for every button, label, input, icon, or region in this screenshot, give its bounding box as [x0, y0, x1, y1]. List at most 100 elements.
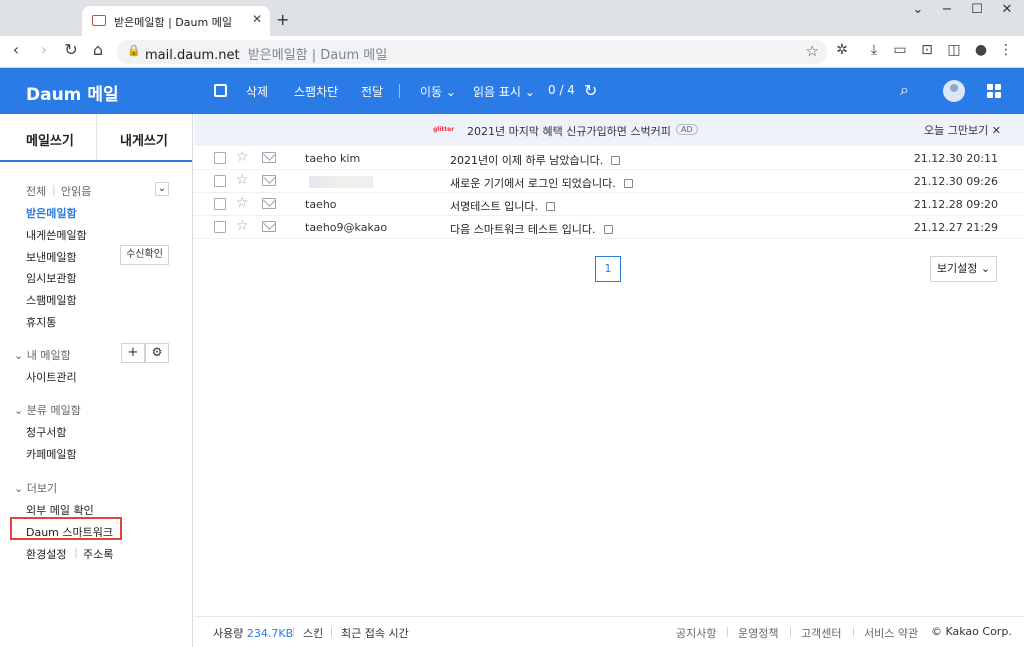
mail-subject[interactable]: 다음 스마트워크 테스트 입니다.: [450, 221, 613, 237]
envelope-icon[interactable]: [262, 221, 276, 232]
window-maximize-button[interactable]: ☐: [962, 2, 992, 17]
bookmark-star-icon[interactable]: ☆: [806, 42, 819, 60]
tab-title: 받은메일함 | Daum 메일: [114, 16, 232, 29]
tab-search-dropdown-icon[interactable]: ⌄: [903, 2, 933, 17]
close-icon[interactable]: ✕: [992, 124, 1001, 137]
window-close-button[interactable]: ✕: [992, 2, 1022, 17]
reload-icon[interactable]: ↻: [61, 40, 81, 59]
notice-link[interactable]: 공지사항: [676, 625, 716, 641]
preview-icon[interactable]: [623, 179, 633, 188]
pagination-page-1[interactable]: 1: [595, 256, 621, 282]
folder-cafe[interactable]: 카페메일함: [26, 446, 77, 462]
browser-menu-icon[interactable]: ⋮: [996, 42, 1016, 58]
write-to-me-button[interactable]: 내게쓰기: [120, 130, 168, 149]
tab-close-icon[interactable]: ✕: [252, 12, 262, 26]
mail-row[interactable]: ☆ taeho9@kakao 다음 스마트워크 테스트 입니다. 21.12.2…: [194, 216, 1024, 239]
mail-sender[interactable]: taeho kim: [305, 152, 360, 165]
download-icon[interactable]: ⤓: [864, 42, 884, 58]
my-mailbox-toggle[interactable]: ⌄ 내 메일함: [14, 347, 71, 363]
apps-grid-icon[interactable]: [987, 84, 1001, 98]
screenshot-icon[interactable]: ⊡: [917, 42, 937, 58]
mail-subject[interactable]: 2021년이 이제 하루 남았습니다.: [450, 152, 621, 168]
folder-spam[interactable]: 스팸메일함: [26, 292, 77, 308]
mail-sender[interactable]: taeho: [305, 198, 337, 211]
move-button[interactable]: 이동 ⌄: [420, 83, 456, 100]
forward-icon[interactable]: ›: [34, 40, 54, 59]
categorized-toggle[interactable]: ⌄ 분류 메일함: [14, 402, 81, 418]
mail-row[interactable]: ☆ taeho 서명테스트 입니다. 21.12.28 09:20: [194, 193, 1024, 216]
preview-icon[interactable]: [603, 225, 613, 234]
extensions-icon[interactable]: ✲: [832, 42, 852, 58]
refresh-icon[interactable]: ↻: [584, 81, 597, 100]
folder-drafts[interactable]: 임시보관함: [26, 270, 77, 286]
envelope-icon[interactable]: [262, 198, 276, 209]
compose-button[interactable]: 메일쓰기: [26, 130, 74, 149]
star-icon[interactable]: ☆: [236, 149, 249, 165]
recent-login-link[interactable]: 최근 접속 시간: [341, 625, 409, 641]
delete-button[interactable]: 삭제: [246, 83, 268, 100]
address-book-link[interactable]: 주소록: [83, 546, 113, 562]
settings-link[interactable]: 환경설정: [26, 546, 66, 562]
plus-icon[interactable]: +: [121, 343, 145, 363]
footer-divider: [790, 627, 791, 637]
mail-checkbox[interactable]: [214, 198, 226, 210]
read-confirm-button[interactable]: 수신확인: [120, 245, 169, 265]
address-bar[interactable]: 🔒 mail.daum.net 받은메일함 | Daum 메일 ☆: [117, 40, 827, 64]
cast-icon[interactable]: ▭: [890, 42, 910, 58]
ad-text[interactable]: 2021년 마지막 혜택 신규가입하면 스벅커피: [467, 123, 671, 139]
folder-to-me[interactable]: 내게쓴메일함: [26, 227, 87, 243]
policy-link[interactable]: 운영정책: [738, 625, 778, 641]
mail-checkbox[interactable]: [214, 175, 226, 187]
url-text: mail.daum.net 받은메일함 | Daum 메일: [145, 48, 388, 63]
sidepanel-icon[interactable]: ◫: [944, 42, 964, 58]
new-tab-button[interactable]: +: [276, 10, 289, 29]
filter-dropdown-icon[interactable]: ⌄: [155, 182, 169, 196]
back-icon[interactable]: ‹: [6, 40, 26, 59]
star-icon[interactable]: ☆: [236, 172, 249, 188]
ad-dismiss-today[interactable]: 오늘 그만보기 ✕: [924, 122, 1001, 138]
preview-icon[interactable]: [545, 202, 555, 211]
storage-usage[interactable]: 사용량 234.7KB: [213, 625, 293, 641]
mail-checkbox[interactable]: [214, 152, 226, 164]
mail-checkbox[interactable]: [214, 221, 226, 233]
spam-block-button[interactable]: 스팸차단: [294, 83, 338, 100]
mail-row[interactable]: ☆ taeho kim 2021년이 이제 하루 남았습니다. 21.12.30…: [194, 147, 1024, 170]
search-icon[interactable]: ⌕: [900, 80, 909, 100]
window-minimize-button[interactable]: −: [932, 2, 962, 17]
home-icon[interactable]: ⌂: [88, 40, 108, 59]
mail-date: 21.12.30 20:11: [913, 152, 998, 165]
mail-subject[interactable]: 서명테스트 입니다.: [450, 198, 555, 214]
site-manage-link[interactable]: 사이트관리: [26, 369, 77, 385]
select-all-checkbox[interactable]: [214, 84, 227, 97]
mail-sender[interactable]: taeho9@kakao: [305, 221, 387, 234]
folder-bills[interactable]: 청구서함: [26, 424, 66, 440]
folder-trash[interactable]: 휴지통: [26, 314, 56, 330]
star-icon[interactable]: ☆: [236, 195, 249, 211]
support-link[interactable]: 고객센터: [801, 625, 841, 641]
preview-icon[interactable]: [611, 156, 621, 165]
browser-tab[interactable]: 받은메일함 | Daum 메일 ✕: [82, 6, 270, 36]
mail-row[interactable]: ☆ 새로운 기기에서 로그인 되었습니다. 21.12.30 09:26: [194, 170, 1024, 193]
envelope-icon[interactable]: [262, 152, 276, 163]
folder-inbox[interactable]: 받은메일함: [26, 205, 77, 221]
star-icon[interactable]: ☆: [236, 218, 249, 234]
daum-mail-logo[interactable]: Daum 메일: [26, 80, 119, 105]
profile-icon[interactable]: ●: [971, 42, 991, 58]
filter-all[interactable]: 전체: [26, 183, 46, 199]
skin-link[interactable]: 스킨: [303, 625, 323, 641]
external-mail-check-link[interactable]: 외부 메일 확인: [26, 502, 94, 518]
filter-unread[interactable]: 안읽음: [61, 183, 91, 199]
mail-sender-redacted[interactable]: [309, 176, 373, 188]
view-settings-button[interactable]: 보기설정 ⌄: [930, 256, 997, 282]
more-toggle[interactable]: ⌄ 더보기: [14, 480, 57, 496]
settings-divider: |: [74, 546, 78, 559]
read-mark-button[interactable]: 읽음 표시 ⌄: [473, 83, 535, 100]
gear-icon[interactable]: ⚙: [145, 343, 169, 363]
ad-badge: AD: [676, 124, 698, 135]
folder-sent[interactable]: 보낸메일함: [26, 249, 77, 265]
terms-link[interactable]: 서비스 약관: [864, 625, 918, 641]
user-avatar-icon[interactable]: [943, 80, 965, 102]
envelope-icon[interactable]: [262, 175, 276, 186]
mail-subject[interactable]: 새로운 기기에서 로그인 되었습니다.: [450, 175, 633, 191]
forward-button[interactable]: 전달: [361, 83, 383, 100]
